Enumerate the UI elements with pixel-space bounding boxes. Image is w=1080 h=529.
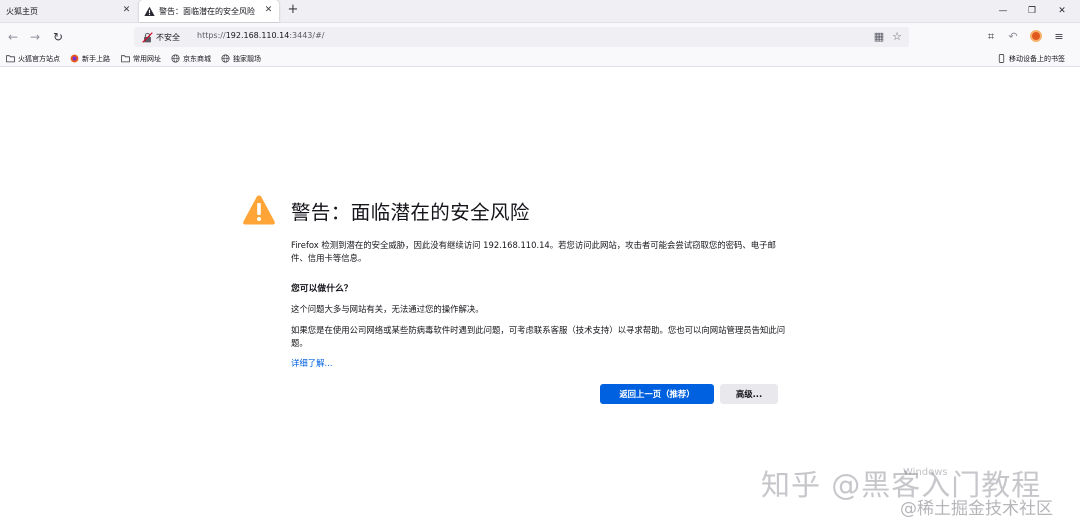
tab-label: 警告：面临潜在的安全风险 <box>159 6 255 16</box>
back-icon[interactable]: ← <box>5 29 21 45</box>
bookmark-label: 京东商城 <box>183 54 211 63</box>
address-bar[interactable]: 不安全 https://192.168.110.14:3443/#/ ▦ ☆ <box>134 27 909 47</box>
url-host: 192.168.110.14 <box>225 31 290 40</box>
extension-icon[interactable] <box>1030 30 1042 42</box>
bookmark-item[interactable]: 独家靓场 <box>221 52 261 65</box>
bookmarks-toolbar: 火狐官方站点 新手上路 常用网址 京东商城 独家靓场 移动设备上的书签 <box>0 51 1080 67</box>
minimize-icon[interactable]: — <box>988 0 1018 22</box>
bookmark-label: 独家靓场 <box>233 54 261 63</box>
warning-icon <box>144 6 155 16</box>
bookmark-label: 新手上路 <box>82 54 110 63</box>
site-security-indicator[interactable]: 不安全 <box>142 30 180 44</box>
url-scheme: https:// <box>197 31 226 40</box>
url-path: :3443/#/ <box>289 31 325 40</box>
close-window-icon[interactable]: ✕ <box>1047 0 1077 22</box>
close-tab-icon[interactable]: ✕ <box>263 5 274 16</box>
tab-strip: 火狐主页 ✕ 警告：面临潜在的安全风险 ✕ + — ❐ ✕ <box>0 0 1080 23</box>
what-can-you-do-heading: 您可以做什么？ <box>291 284 353 294</box>
mobile-bookmarks-label: 移动设备上的书签 <box>1009 54 1065 63</box>
insecure-label: 不安全 <box>156 32 180 42</box>
go-back-button[interactable]: 返回上一页（推荐） <box>600 384 714 404</box>
new-tab-icon[interactable]: + <box>286 3 300 17</box>
learn-more-link[interactable]: 详细了解... <box>291 357 333 369</box>
advanced-button[interactable]: 高级... <box>720 384 778 404</box>
bookmark-item[interactable]: 常用网址 <box>121 52 161 65</box>
url-text[interactable]: https://192.168.110.14:3443/#/ <box>197 31 324 40</box>
help-paragraph: 如果您是在使用公司网络或某些防病毒软件时遇到此问题，可考虑联系客服（技术支持）以… <box>291 325 786 348</box>
menu-icon[interactable]: ≡ <box>1052 30 1066 44</box>
bookmark-item[interactable]: 火狐官方站点 <box>6 52 60 65</box>
bookmark-star-icon[interactable]: ☆ <box>890 30 904 44</box>
globe-icon <box>221 54 230 63</box>
explanation-paragraph: 这个问题大多与网站有关，无法通过您的操作解决。 <box>291 304 484 314</box>
screenshot-icon[interactable]: ⌗ <box>984 30 998 44</box>
bookmark-label: 火狐官方站点 <box>18 54 60 63</box>
mobile-device-icon <box>998 54 1005 63</box>
navigation-toolbar: ← → ↻ 不安全 https://192.168.110.14:3443/#/… <box>0 23 1080 51</box>
windows-activation-watermark: Windows <box>903 467 948 478</box>
folder-icon <box>121 55 130 63</box>
tab-security-warning[interactable]: 警告：面临潜在的安全风险 ✕ <box>139 0 279 22</box>
juejin-watermark: @稀土掘金技术社区 <box>900 499 1053 519</box>
close-tab-icon[interactable]: ✕ <box>121 5 132 16</box>
reload-icon[interactable]: ↻ <box>50 29 66 45</box>
folder-icon <box>6 55 15 63</box>
firefox-icon <box>70 54 79 63</box>
bookmark-label: 常用网址 <box>133 54 161 63</box>
forward-icon[interactable]: → <box>27 29 43 45</box>
insecure-lock-icon <box>142 31 153 43</box>
bookmark-item[interactable]: 新手上路 <box>70 52 110 65</box>
warning-icon <box>243 195 275 225</box>
qr-code-icon[interactable]: ▦ <box>872 30 886 44</box>
undo-icon[interactable]: ↶ <box>1006 30 1020 44</box>
globe-icon <box>171 54 180 63</box>
restore-icon[interactable]: ❐ <box>1017 0 1047 22</box>
warning-description: Firefox 检测到潜在的安全威胁，因此没有继续访问 192.168.110.… <box>291 240 776 263</box>
page-title: 警告：面临潜在的安全风险 <box>291 201 530 224</box>
tab-firefox-home[interactable]: 火狐主页 ✕ <box>0 0 137 22</box>
bookmark-item[interactable]: 京东商城 <box>171 52 211 65</box>
tab-label: 火狐主页 <box>6 6 38 16</box>
mobile-bookmarks[interactable]: 移动设备上的书签 <box>997 52 1065 65</box>
